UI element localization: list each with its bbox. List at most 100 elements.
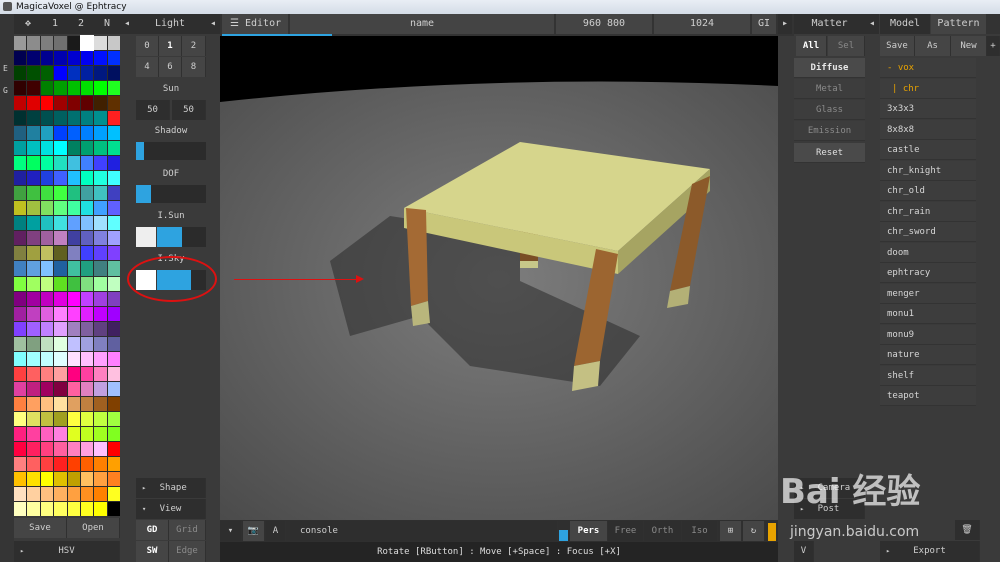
palette-swatch[interactable]	[94, 321, 107, 336]
palette-swatch[interactable]	[67, 336, 80, 351]
pattern-item[interactable]: | chr	[880, 78, 976, 99]
palette-swatch[interactable]	[27, 306, 40, 321]
palette-swatch[interactable]	[94, 246, 107, 261]
palette-swatch[interactable]	[40, 246, 54, 261]
collapse-light-icon[interactable]: ◂	[206, 14, 220, 34]
palette-swatch[interactable]	[40, 306, 54, 321]
rotate-icon[interactable]: ↻	[743, 521, 765, 541]
sample-count-field[interactable]: 1024	[654, 14, 750, 34]
view-mode-orth[interactable]: Orth	[644, 521, 682, 541]
palette-swatch[interactable]	[54, 141, 67, 156]
palette-swatch[interactable]	[27, 291, 40, 306]
palette-tab-n[interactable]: N	[94, 14, 120, 34]
material-diffuse[interactable]: Diffuse	[794, 58, 865, 78]
palette-swatch[interactable]	[27, 381, 40, 396]
palette-move-button[interactable]: ✥	[14, 14, 42, 34]
palette-swatch[interactable]	[94, 216, 107, 231]
palette-swatch[interactable]	[94, 201, 107, 216]
camera-icon[interactable]: 📷	[243, 521, 265, 541]
pattern-item[interactable]: monu9	[880, 324, 976, 345]
palette-swatch[interactable]	[107, 111, 120, 126]
palette-swatch[interactable]	[27, 261, 40, 276]
grid-toggle[interactable]: Grid	[169, 520, 206, 540]
pattern-item[interactable]: castle	[880, 140, 976, 160]
material-glass[interactable]: Glass	[794, 100, 865, 120]
palette-swatch[interactable]	[54, 396, 67, 411]
palette-swatch[interactable]	[54, 276, 67, 291]
collapse-left-icon[interactable]: ◂	[120, 14, 134, 34]
palette-swatch[interactable]	[40, 471, 54, 486]
palette-swatch[interactable]	[107, 96, 120, 111]
palette-swatch[interactable]	[27, 216, 40, 231]
palette-swatch[interactable]	[40, 276, 54, 291]
palette-swatch[interactable]	[14, 66, 27, 81]
palette-swatch[interactable]	[27, 126, 40, 141]
palette-swatch[interactable]	[80, 201, 94, 216]
palette-swatch[interactable]	[27, 396, 40, 411]
palette-swatch[interactable]	[67, 471, 80, 486]
palette-swatch[interactable]	[27, 231, 40, 246]
palette-swatch[interactable]	[80, 141, 94, 156]
palette-swatch[interactable]	[54, 186, 67, 201]
palette-mode-button[interactable]: ▸ HSV	[14, 541, 120, 562]
palette-swatch[interactable]	[14, 186, 27, 201]
palette-swatch[interactable]	[80, 186, 94, 201]
pattern-item[interactable]: shelf	[880, 365, 976, 386]
palette-swatch[interactable]	[80, 306, 94, 321]
palette-swatch[interactable]	[54, 171, 67, 186]
palette-swatch[interactable]	[80, 276, 94, 291]
palette-swatch[interactable]	[40, 201, 54, 216]
palette-swatch[interactable]	[94, 141, 107, 156]
palette-swatch[interactable]	[79, 34, 95, 52]
palette-swatch[interactable]	[54, 111, 67, 126]
palette-swatch[interactable]	[27, 141, 40, 156]
palette-swatch[interactable]	[67, 411, 80, 426]
palette-swatch[interactable]	[54, 486, 67, 501]
palette-swatch[interactable]	[107, 171, 120, 186]
palette-swatch[interactable]	[14, 126, 27, 141]
palette-swatch[interactable]	[27, 471, 40, 486]
palette-swatch[interactable]	[94, 291, 107, 306]
palette-swatch[interactable]	[27, 171, 40, 186]
palette-swatch[interactable]	[67, 441, 80, 456]
palette-swatch[interactable]	[54, 246, 67, 261]
palette-swatch[interactable]	[107, 456, 120, 471]
palette-swatch[interactable]	[80, 456, 94, 471]
palette-swatch[interactable]	[107, 351, 120, 366]
palette-swatch[interactable]	[67, 276, 80, 291]
palette-swatch[interactable]	[27, 456, 40, 471]
palette-swatch[interactable]	[67, 291, 80, 306]
palette-swatch[interactable]	[40, 231, 54, 246]
palette-swatch[interactable]	[107, 291, 120, 306]
palette-swatch[interactable]	[107, 381, 120, 396]
palette-swatch[interactable]	[40, 111, 54, 126]
palette-swatch[interactable]	[80, 216, 94, 231]
palette-swatch[interactable]	[40, 456, 54, 471]
palette-swatch[interactable]	[80, 156, 94, 171]
model-tab[interactable]: Model	[880, 14, 930, 34]
palette-swatch[interactable]	[14, 111, 27, 126]
palette-swatch[interactable]	[107, 501, 120, 516]
palette-swatch[interactable]	[67, 381, 80, 396]
palette-swatch[interactable]	[14, 441, 27, 456]
palette-swatch[interactable]	[54, 456, 67, 471]
palette-swatch[interactable]	[40, 396, 54, 411]
palette-swatch[interactable]	[54, 471, 67, 486]
palette-swatch[interactable]	[94, 66, 107, 81]
palette-swatch[interactable]	[14, 366, 27, 381]
palette-swatch[interactable]	[67, 501, 80, 516]
palette-swatch[interactable]	[94, 351, 107, 366]
palette-swatch[interactable]	[80, 396, 94, 411]
palette-swatch[interactable]	[14, 81, 27, 96]
matter-all-tab[interactable]: All	[796, 36, 827, 56]
palette-swatch[interactable]	[40, 351, 54, 366]
gi-toggle[interactable]: GI	[752, 14, 776, 34]
pattern-new-button[interactable]: New	[951, 36, 987, 56]
palette-swatch[interactable]	[107, 81, 120, 96]
palette-swatch[interactable]	[27, 441, 40, 456]
palette-swatch[interactable]	[14, 351, 27, 366]
palette-swatch[interactable]	[54, 381, 67, 396]
palette-swatch[interactable]	[67, 426, 80, 441]
palette-open-button[interactable]: Open	[67, 518, 120, 538]
palette-swatch[interactable]	[67, 486, 80, 501]
